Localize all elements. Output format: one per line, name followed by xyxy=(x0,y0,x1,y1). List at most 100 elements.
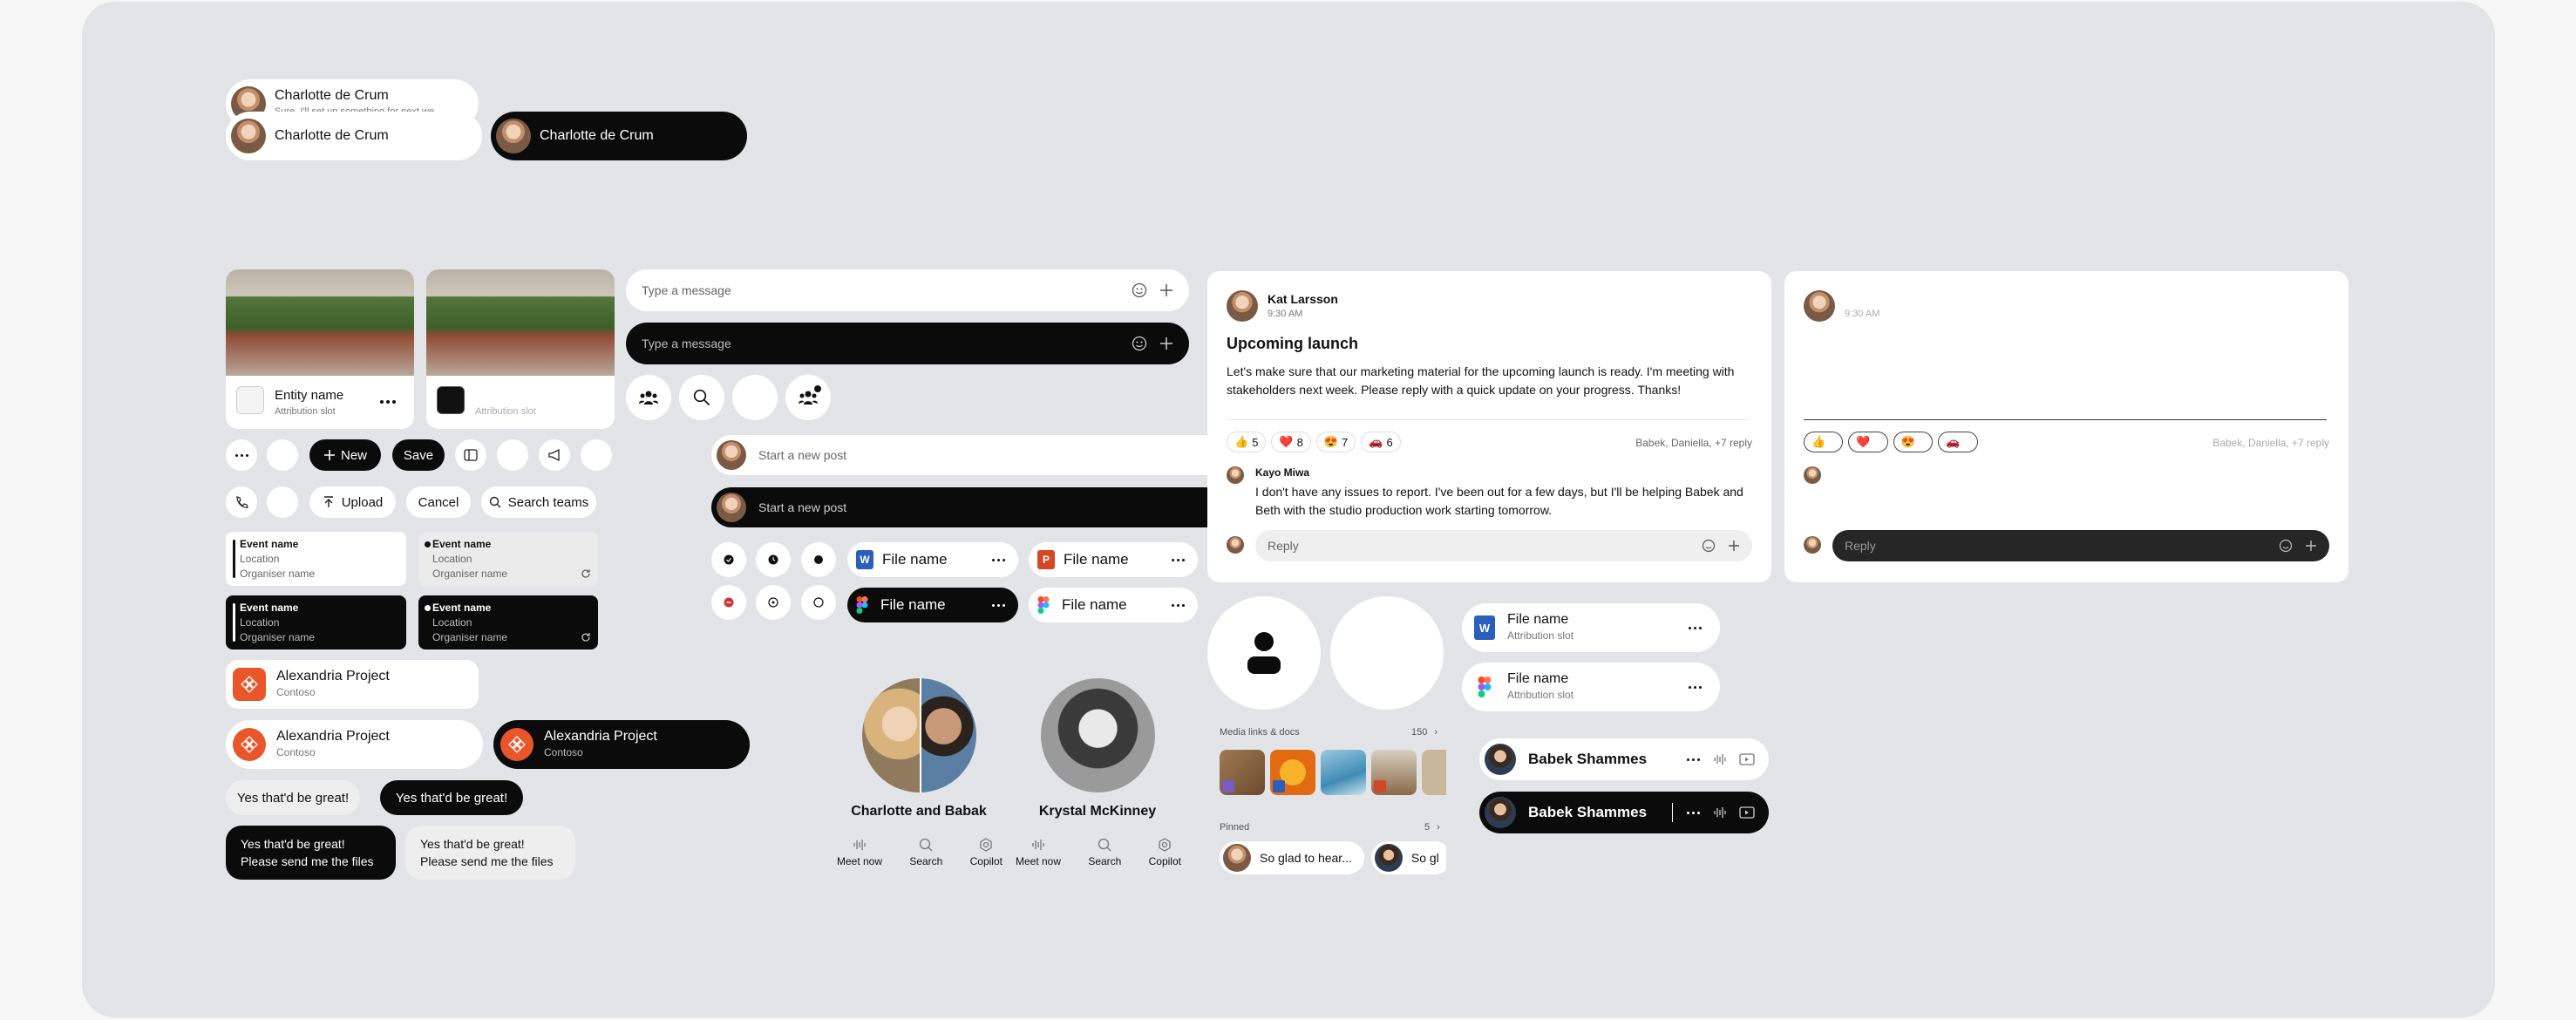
call-button[interactable] xyxy=(226,486,257,518)
person-chip-selected[interactable]: Babek Shammes xyxy=(1479,792,1769,833)
message-compose-dark[interactable]: Type a message xyxy=(626,323,1189,364)
event-card[interactable]: Event name Location Organiser name xyxy=(226,532,406,586)
teams-button[interactable] xyxy=(626,375,671,420)
new-post-compose-dark[interactable]: Start a new post xyxy=(711,487,1278,527)
more-icon[interactable] xyxy=(378,400,397,404)
search-action[interactable]: Search xyxy=(1088,837,1121,867)
search-action[interactable]: Search xyxy=(909,837,942,867)
person-chip[interactable]: Babek Shammes xyxy=(1479,738,1769,780)
emoji-icon[interactable] xyxy=(1132,336,1147,351)
new-button[interactable]: New xyxy=(309,439,381,471)
new-post-compose[interactable]: Start a new post xyxy=(711,435,1278,475)
plus-icon[interactable] xyxy=(1159,337,1173,350)
plus-icon[interactable] xyxy=(1159,283,1173,297)
entity-card[interactable]: Entity name Attribution slot xyxy=(226,269,414,429)
announce-button[interactable] xyxy=(539,439,570,471)
more-icon[interactable] xyxy=(1685,758,1701,761)
status-dot[interactable] xyxy=(801,542,836,577)
file-chip[interactable]: File name xyxy=(1029,588,1198,622)
file-chip[interactable]: W File name xyxy=(847,542,1018,577)
upload-button[interactable]: Upload xyxy=(309,486,396,518)
media-thumb[interactable] xyxy=(1270,750,1315,795)
pinned-message[interactable]: So glad to hear... xyxy=(1220,841,1364,874)
media-count-link[interactable]: 150 › xyxy=(1411,727,1438,738)
more-icon[interactable] xyxy=(990,558,1006,561)
note-button[interactable] xyxy=(581,439,612,471)
media-thumb[interactable] xyxy=(1422,750,1446,795)
note-button[interactable] xyxy=(267,486,298,518)
plus-icon[interactable] xyxy=(2305,540,2317,552)
teams-button-badged[interactable] xyxy=(785,375,831,420)
post-input[interactable]: Start a new post xyxy=(758,448,1224,462)
file-list-item[interactable]: File name Attribution slot xyxy=(1462,663,1720,711)
reaction[interactable]: 😍 7 xyxy=(1893,432,1934,452)
plus-icon[interactable] xyxy=(1728,540,1740,552)
video-icon[interactable] xyxy=(1739,753,1755,765)
more-button[interactable] xyxy=(226,439,257,471)
media-thumb[interactable] xyxy=(1321,750,1366,795)
status-busy[interactable] xyxy=(711,585,746,620)
more-icon[interactable] xyxy=(990,603,1006,607)
chat-list-item-selected[interactable]: Charlotte de Crum xyxy=(491,112,747,160)
media-thumb[interactable] xyxy=(1220,750,1265,795)
project-item-selected[interactable]: Alexandria Project Contoso xyxy=(493,720,750,769)
media-thumb[interactable] xyxy=(1371,750,1417,795)
reaction[interactable]: 🚗 6 xyxy=(1938,432,1978,452)
video-icon[interactable] xyxy=(1739,806,1755,819)
more-icon[interactable] xyxy=(1687,626,1703,629)
add-button[interactable] xyxy=(732,375,778,420)
chat-button[interactable] xyxy=(267,439,298,471)
reaction[interactable]: 🚗 6 xyxy=(1361,432,1401,452)
event-card-dark-recurring[interactable]: Event name Location Organiser name xyxy=(418,595,598,649)
more-icon[interactable] xyxy=(1687,685,1703,689)
reply-input[interactable]: Reply xyxy=(1832,530,2329,561)
save-button[interactable]: Save xyxy=(392,439,445,471)
reply-summary[interactable]: Babek, Daniella, +7 reply xyxy=(1635,437,1752,449)
search-teams-button[interactable]: Search teams xyxy=(481,486,596,518)
reaction[interactable]: ❤️ 8 xyxy=(1848,432,1888,452)
project-item[interactable]: Alexandria Project Contoso xyxy=(226,720,483,769)
sidebar-button[interactable] xyxy=(455,439,486,471)
voice-icon[interactable] xyxy=(1713,806,1727,819)
pinned-count-link[interactable]: 5 › xyxy=(1424,822,1440,833)
message-compose[interactable]: Type a message xyxy=(626,269,1189,311)
reaction[interactable]: 👍 5 xyxy=(1227,432,1267,452)
search-button[interactable] xyxy=(679,375,724,420)
chat-list-item[interactable]: Charlotte de Crum xyxy=(226,112,482,160)
file-list-item[interactable]: W File name Attribution slot xyxy=(1462,603,1720,652)
file-chip[interactable]: P File name xyxy=(1029,542,1198,577)
reaction[interactable]: 😍 7 xyxy=(1315,432,1356,452)
event-card-dark[interactable]: Event name Location Organiser name xyxy=(226,595,406,649)
meet-now-action[interactable]: Meet now xyxy=(837,837,882,867)
post-input[interactable]: Start a new post xyxy=(758,500,1224,514)
voice-button[interactable] xyxy=(497,439,528,471)
more-icon[interactable] xyxy=(1170,558,1186,561)
emoji-icon[interactable] xyxy=(1702,539,1716,553)
status-clock[interactable] xyxy=(756,542,791,577)
reaction[interactable]: ❤️ 8 xyxy=(1271,432,1311,452)
pinned-message[interactable]: So gl xyxy=(1370,841,1446,874)
status-done[interactable] xyxy=(711,542,746,577)
emoji-icon[interactable] xyxy=(1132,282,1147,298)
status-away[interactable] xyxy=(756,585,791,620)
reply-summary[interactable]: Babek, Daniella, +7 reply xyxy=(2212,437,2329,449)
file-chip-selected[interactable]: File name xyxy=(847,588,1018,622)
reaction[interactable]: 👍 5 xyxy=(1804,432,1844,452)
cancel-button[interactable]: Cancel xyxy=(406,486,471,518)
project-item[interactable]: Alexandria Project Contoso xyxy=(226,660,479,709)
more-icon[interactable] xyxy=(1170,603,1186,607)
meet-now-action[interactable]: Meet now xyxy=(1016,837,1061,867)
voice-icon[interactable] xyxy=(1713,752,1727,766)
copilot-action[interactable]: Copilot xyxy=(970,837,1003,867)
event-card-recurring[interactable]: Event name Location Organiser name xyxy=(418,532,598,586)
my-avatar xyxy=(1227,536,1244,554)
copilot-action[interactable]: Copilot xyxy=(1149,837,1181,867)
emoji-icon[interactable] xyxy=(2279,539,2293,553)
entity-card-dark[interactable]: Entity name Attribution slot xyxy=(426,269,615,429)
status-offline[interactable] xyxy=(801,585,836,620)
more-icon[interactable] xyxy=(1685,811,1701,814)
more-icon[interactable] xyxy=(579,400,597,404)
message-input[interactable]: Type a message xyxy=(642,337,1132,350)
message-input[interactable]: Type a message xyxy=(642,283,1132,297)
reply-input[interactable]: Reply xyxy=(1255,530,1752,561)
